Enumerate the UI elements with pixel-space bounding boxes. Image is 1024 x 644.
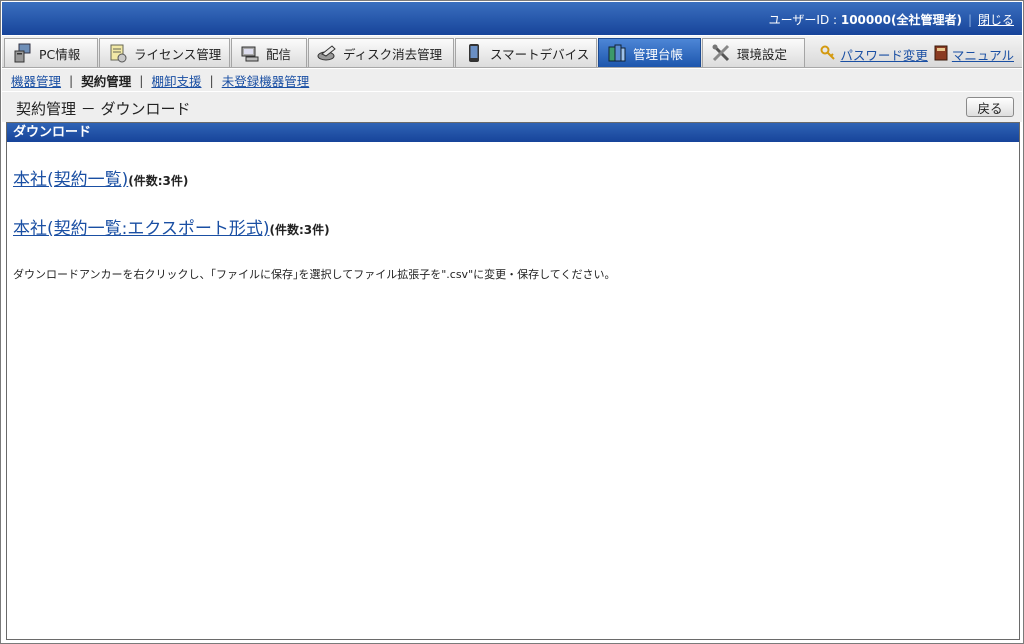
pc-icon bbox=[13, 43, 33, 63]
smartphone-icon bbox=[464, 43, 484, 63]
tab-settings[interactable]: 環境設定 bbox=[702, 38, 805, 67]
user-info: ユーザーID : 100000(全社管理者) | 閉じる bbox=[769, 11, 1014, 28]
subnav-device-management[interactable]: 機器管理 bbox=[11, 71, 61, 90]
subnav-inventory-support[interactable]: 棚卸支援 bbox=[151, 71, 201, 90]
tab-label: スマートデバイス bbox=[490, 46, 590, 62]
back-button[interactable]: 戻る bbox=[966, 97, 1014, 117]
download-panel: ダウンロード 本社(契約一覧)(件数:3件) 本社(契約一覧:エクスポート形式)… bbox=[6, 122, 1020, 640]
tab-distribution[interactable]: 配信 bbox=[231, 38, 307, 67]
tab-smart-device[interactable]: スマートデバイス bbox=[455, 38, 597, 67]
license-icon bbox=[108, 43, 128, 63]
manual[interactable]: マニュアル bbox=[934, 45, 1014, 64]
manual-link[interactable]: マニュアル bbox=[952, 45, 1014, 64]
key-icon bbox=[820, 45, 836, 64]
tab-disk-erase[interactable]: ディスク消去管理 bbox=[308, 38, 454, 67]
app-frame: ユーザーID : 100000(全社管理者) | 閉じる PC情報 ライセンス管理 … bbox=[0, 0, 1024, 644]
item-count: (件数:3件) bbox=[269, 223, 330, 237]
ledger-icon bbox=[607, 43, 627, 63]
panel-heading: ダウンロード bbox=[7, 123, 1019, 142]
tools-icon bbox=[711, 43, 731, 63]
main-tab-bar: PC情報 ライセンス管理 配信 ディスク消去管理 スマートデバイス 管理台帳 環… bbox=[2, 36, 1022, 68]
tab-label: 配信 bbox=[266, 46, 292, 62]
separator: | bbox=[69, 72, 74, 88]
utility-links: パスワード変更 マニュアル bbox=[820, 45, 1014, 64]
disk-erase-icon bbox=[317, 43, 337, 63]
tab-label: ライセンス管理 bbox=[134, 46, 222, 62]
password-change[interactable]: パスワード変更 bbox=[820, 45, 928, 64]
download-item: 本社(契約一覧:エクスポート形式)(件数:3件) bbox=[13, 214, 330, 239]
separator: | bbox=[139, 72, 144, 88]
item-count: (件数:3件) bbox=[128, 174, 189, 188]
download-item: 本社(契約一覧)(件数:3件) bbox=[13, 165, 188, 190]
tab-ledger[interactable]: 管理台帳 bbox=[598, 38, 701, 67]
top-bar: ユーザーID : 100000(全社管理者) | 閉じる bbox=[2, 2, 1022, 35]
tab-label: ディスク消去管理 bbox=[343, 46, 443, 62]
subnav-unregistered-devices[interactable]: 未登録機器管理 bbox=[222, 71, 310, 90]
tab-pc-info[interactable]: PC情報 bbox=[4, 38, 98, 67]
subnav-contract-management: 契約管理 bbox=[81, 73, 132, 89]
download-link-contract-export[interactable]: 本社(契約一覧:エクスポート形式) bbox=[13, 219, 269, 239]
password-change-link[interactable]: パスワード変更 bbox=[840, 45, 928, 64]
page-title-bar: 契約管理 － ダウンロード 戻る bbox=[2, 92, 1022, 122]
separator: | bbox=[967, 13, 972, 27]
tab-label: PC情報 bbox=[39, 46, 81, 62]
download-link-contract-list[interactable]: 本社(契約一覧) bbox=[13, 170, 128, 190]
separator: | bbox=[209, 72, 214, 88]
user-id-value: 100000(全社管理者) bbox=[840, 13, 962, 27]
sub-navigation: 機器管理 | 契約管理 | 棚卸支援 | 未登録機器管理 bbox=[2, 69, 1022, 91]
instruction-text: ダウンロードアンカーを右クリックし、｢ファイルに保存｣を選択してファイル拡張子を… bbox=[13, 268, 616, 281]
user-id-label: ユーザーID : bbox=[768, 13, 841, 27]
book-icon bbox=[934, 45, 948, 64]
tab-label: 管理台帳 bbox=[633, 46, 684, 62]
tab-label: 環境設定 bbox=[737, 46, 788, 62]
close-link[interactable]: 閉じる bbox=[978, 13, 1014, 27]
tab-license[interactable]: ライセンス管理 bbox=[99, 38, 230, 67]
distribution-icon bbox=[240, 43, 260, 63]
page-title: 契約管理 － ダウンロード bbox=[16, 100, 191, 118]
